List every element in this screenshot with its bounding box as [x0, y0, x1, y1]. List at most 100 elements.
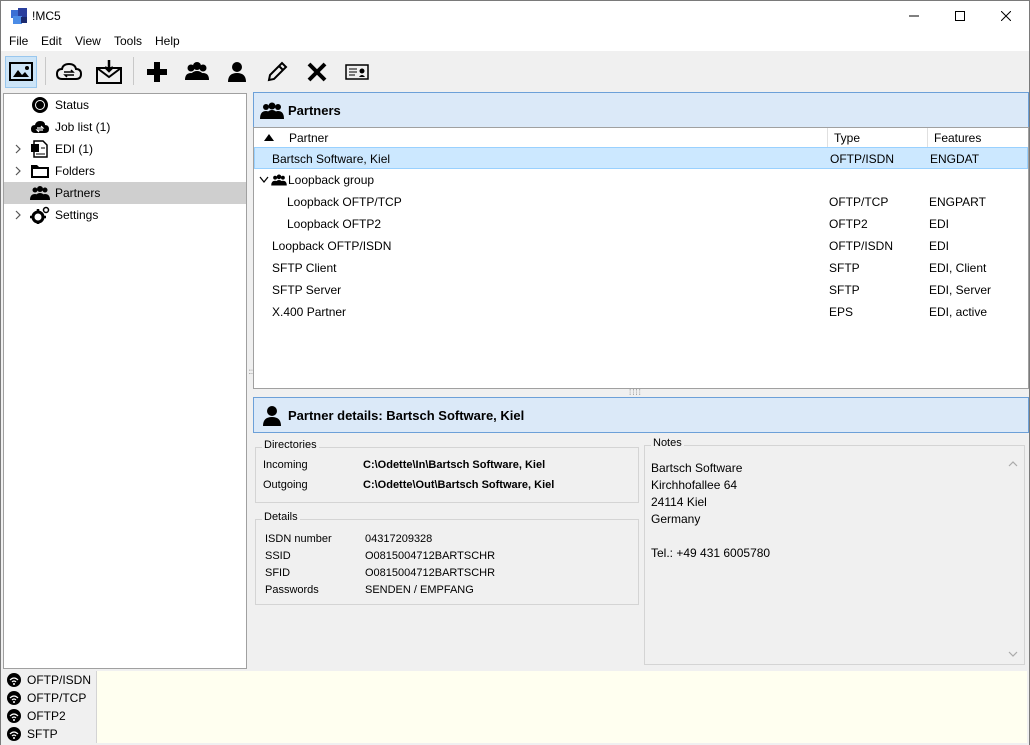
- connection-item[interactable]: SFTP: [5, 725, 93, 743]
- connection-label: SFTP: [27, 727, 58, 741]
- tree-item-status[interactable]: Status: [4, 94, 246, 116]
- table-row[interactable]: Loopback OFTP/TCP OFTP/TCP ENGPART: [254, 191, 1028, 213]
- partner-type: OFTP/TCP: [829, 195, 889, 209]
- incoming-path: C:\Odette\In\Bartsch Software, Kiel: [363, 459, 546, 471]
- partner-features: EDI: [929, 239, 950, 253]
- table-row-group[interactable]: Loopback group: [254, 169, 1028, 191]
- table-row[interactable]: SFTP Client SFTP EDI, Client: [254, 257, 1028, 279]
- connection-icon: [7, 709, 21, 723]
- notes-scrollbar[interactable]: [1006, 460, 1020, 660]
- partner-name: Loopback OFTP/ISDN: [272, 239, 392, 253]
- partner-name: X.400 Partner: [272, 305, 347, 319]
- connection-item[interactable]: OFTP2: [5, 707, 93, 725]
- table-row[interactable]: SFTP Server SFTP EDI, Server: [254, 279, 1028, 301]
- isdn-value: 04317209328: [365, 533, 433, 545]
- group-icon: [185, 62, 209, 80]
- tree-item-folders[interactable]: Folders: [4, 160, 246, 182]
- tree-item-label: Job list (1): [55, 120, 111, 134]
- connection-icon: [7, 727, 21, 741]
- log-area[interactable]: [96, 671, 1027, 743]
- minimize-button[interactable]: [891, 1, 937, 31]
- connection-item[interactable]: OFTP/TCP: [5, 689, 93, 707]
- column-header-partner[interactable]: Partner: [254, 128, 828, 148]
- menu-bar: File Edit View Tools Help: [1, 31, 1029, 51]
- add-icon: [147, 62, 167, 82]
- app-window: !MC5 File Edit View Tools Help Status Jo…: [0, 0, 1030, 745]
- maximize-button[interactable]: [937, 1, 983, 31]
- notes-text[interactable]: Bartsch Software Kirchhofallee 64 24114 …: [651, 460, 770, 562]
- partner-name: SFTP Server: [272, 283, 342, 297]
- add-button[interactable]: [141, 56, 173, 88]
- column-header-features[interactable]: Features: [928, 128, 1028, 148]
- menu-help[interactable]: Help: [155, 34, 180, 48]
- dashboard-button[interactable]: [5, 56, 37, 88]
- scroll-down-icon[interactable]: [1008, 650, 1018, 658]
- tree-item-job-list[interactable]: Job list (1): [4, 116, 246, 138]
- connection-item[interactable]: OFTP/ISDN: [5, 671, 93, 689]
- add-group-button[interactable]: [181, 56, 213, 88]
- partner-name: Loopback group: [288, 173, 375, 187]
- table-row[interactable]: Loopback OFTP/ISDN OFTP/ISDN EDI: [254, 235, 1028, 257]
- menu-edit[interactable]: Edit: [41, 34, 62, 48]
- group-icon: [271, 174, 287, 186]
- close-button[interactable]: [983, 1, 1029, 31]
- partner-type: EPS: [829, 305, 854, 319]
- connection-icon: [7, 691, 21, 705]
- partner-features: EDI: [929, 217, 950, 231]
- minimize-icon: [909, 15, 919, 17]
- incoming-label: Incoming: [263, 459, 308, 471]
- sfid-value: O0815004712BARTSCHR: [365, 567, 496, 579]
- scroll-up-icon[interactable]: [1008, 460, 1018, 468]
- sync-button[interactable]: [53, 56, 85, 88]
- toolbar-separator: [45, 57, 46, 85]
- passwords-value: SENDEN / EMPFANG: [365, 584, 474, 596]
- column-headers: Partner Type Features: [254, 128, 1028, 148]
- window-title: !MC5: [32, 9, 61, 23]
- outgoing-label: Outgoing: [263, 479, 308, 491]
- isdn-label: ISDN number: [265, 533, 332, 545]
- tree-item-label: Status: [55, 98, 90, 112]
- chevron-right-icon[interactable]: [13, 144, 23, 154]
- chevron-right-icon[interactable]: [13, 210, 23, 220]
- passwords-label: Passwords: [265, 584, 319, 596]
- receive-mail-button[interactable]: [93, 56, 125, 88]
- edit-button[interactable]: [261, 56, 293, 88]
- table-row[interactable]: X.400 Partner EPS EDI, active: [254, 301, 1028, 323]
- partner-features: EDI, Client: [929, 261, 987, 275]
- menu-tools[interactable]: Tools: [114, 34, 142, 48]
- tree-item-edi[interactable]: EDI (1): [4, 138, 246, 160]
- partner-name: Loopback OFTP2: [287, 217, 382, 231]
- tree-item-partners[interactable]: Partners: [4, 182, 246, 204]
- status-area: OFTP/ISDN OFTP/TCP OFTP2 SFTP: [1, 669, 1029, 745]
- partner-list: Partner Type Features Bartsch Software, …: [253, 127, 1029, 389]
- tree-item-label: Folders: [55, 164, 96, 178]
- partner-type: SFTP: [829, 283, 860, 297]
- partners-title: Partners: [288, 103, 341, 118]
- table-row[interactable]: Bartsch Software, Kiel OFTP/ISDN ENGDAT: [254, 147, 1028, 169]
- add-partner-button[interactable]: [221, 56, 253, 88]
- tree-item-settings[interactable]: Settings: [4, 204, 246, 226]
- menu-file[interactable]: File: [9, 34, 28, 48]
- sfid-label: SFID: [265, 567, 291, 579]
- notes-title: Notes: [651, 437, 684, 449]
- partner-features: ENGDAT: [930, 152, 980, 166]
- partners-icon: [260, 102, 284, 119]
- splitter-grip[interactable]: ⁞⁞⁞⁞: [629, 388, 642, 397]
- certificate-icon: [345, 64, 369, 80]
- chevron-right-icon[interactable]: [13, 166, 23, 176]
- table-row[interactable]: Loopback OFTP2 OFTP2 EDI: [254, 213, 1028, 235]
- chevron-down-icon[interactable]: [259, 176, 269, 184]
- column-header-type[interactable]: Type: [828, 128, 928, 148]
- directories-title: Directories: [262, 439, 319, 451]
- partner-features: EDI, Server: [929, 283, 992, 297]
- certificate-button[interactable]: [341, 56, 373, 88]
- partners-icon: [30, 186, 50, 200]
- partner-name: SFTP Client: [272, 261, 337, 275]
- menu-view[interactable]: View: [75, 34, 101, 48]
- delete-button[interactable]: [301, 56, 333, 88]
- cloud-sync-icon: [55, 62, 83, 80]
- settings-icon: [30, 206, 50, 224]
- folder-icon: [31, 165, 49, 178]
- connection-label: OFTP/ISDN: [27, 673, 92, 687]
- connection-label: OFTP2: [27, 709, 66, 723]
